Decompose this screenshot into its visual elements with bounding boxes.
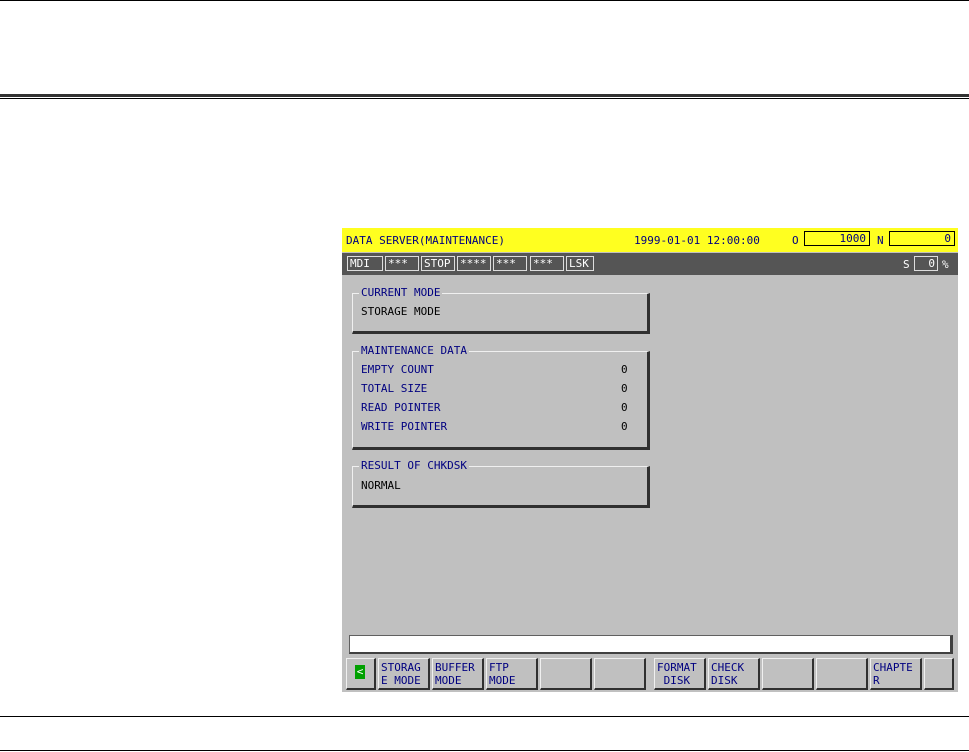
softkey-blank-8[interactable]	[762, 658, 814, 690]
chkdsk-result-group: RESULT OF CHKDSK NORMAL	[352, 459, 650, 508]
spindle-value: 0	[914, 256, 938, 271]
o-label: O	[792, 234, 799, 247]
read-pointer-value: 0	[621, 401, 628, 414]
header-rule-thick	[0, 94, 969, 97]
spindle-label: S	[903, 258, 910, 271]
softkey-format-disk[interactable]: FORMAT DISK	[654, 658, 706, 690]
status-field-4: ****	[457, 256, 491, 271]
footer-rule	[0, 716, 969, 717]
read-pointer-label: READ POINTER	[361, 401, 441, 414]
maintenance-data-label: MAINTENANCE DATA	[359, 344, 469, 357]
n-number-box: 0	[889, 231, 955, 246]
softkey-check-disk[interactable]: CHECK DISK	[708, 658, 760, 690]
status-run: STOP	[421, 256, 455, 271]
o-number-box: 1000	[804, 231, 870, 246]
left-arrow-icon: <	[355, 665, 365, 679]
status-field-2: ***	[385, 256, 419, 271]
softkey-buffer-mode[interactable]: BUFFER MODE	[432, 658, 484, 690]
status-field-5: ***	[493, 256, 527, 271]
softkey-blank-4[interactable]	[540, 658, 592, 690]
status-lsk: LSK	[566, 256, 594, 271]
empty-count-label: EMPTY COUNT	[361, 363, 434, 376]
title-bar: DATA SERVER(MAINTENANCE) 1999-01-01 12:0…	[342, 228, 958, 252]
chkdsk-result-label: RESULT OF CHKDSK	[359, 459, 469, 472]
header-rule-thin	[0, 98, 969, 99]
softkey-blank-9[interactable]	[816, 658, 868, 690]
softkey-right-extension[interactable]	[924, 658, 954, 690]
total-size-value: 0	[621, 382, 628, 395]
softkey-ftp-mode[interactable]: FTP MODE	[486, 658, 538, 690]
screen-title: DATA SERVER(MAINTENANCE)	[346, 234, 505, 247]
soft-key-bar: < STORAG E MODE BUFFER MODE FTP MODE FOR…	[342, 655, 958, 692]
top-rule-thin	[0, 0, 969, 1]
status-mode: MDI	[347, 256, 383, 271]
cnc-screen: DATA SERVER(MAINTENANCE) 1999-01-01 12:0…	[342, 228, 958, 692]
current-mode-group: CURRENT MODE STORAGE MODE	[352, 286, 650, 334]
key-input-line[interactable]	[349, 635, 953, 654]
softkey-left-arrow[interactable]: <	[346, 658, 376, 690]
write-pointer-value: 0	[621, 420, 628, 433]
total-size-label: TOTAL SIZE	[361, 382, 428, 395]
spindle-unit: %	[942, 258, 949, 271]
softkey-chapter[interactable]: CHAPTE R	[870, 658, 922, 690]
n-label: N	[877, 234, 884, 247]
write-pointer-label: WRITE POINTER	[361, 420, 448, 433]
status-bar: MDI *** STOP **** *** *** LSK S 0 %	[342, 253, 958, 275]
softkey-storage-mode[interactable]: STORAG E MODE	[378, 658, 430, 690]
maintenance-data-group: MAINTENANCE DATA EMPTY COUNT 0 TOTAL SIZ…	[352, 344, 650, 450]
current-mode-label: CURRENT MODE	[359, 286, 443, 299]
bottom-rule	[0, 750, 969, 751]
chkdsk-result-value: NORMAL	[361, 479, 401, 492]
softkey-blank-5[interactable]	[594, 658, 646, 690]
datetime: 1999-01-01 12:00:00	[634, 234, 760, 247]
status-field-6: ***	[530, 256, 564, 271]
current-mode-value: STORAGE MODE	[361, 305, 441, 318]
empty-count-value: 0	[621, 363, 628, 376]
